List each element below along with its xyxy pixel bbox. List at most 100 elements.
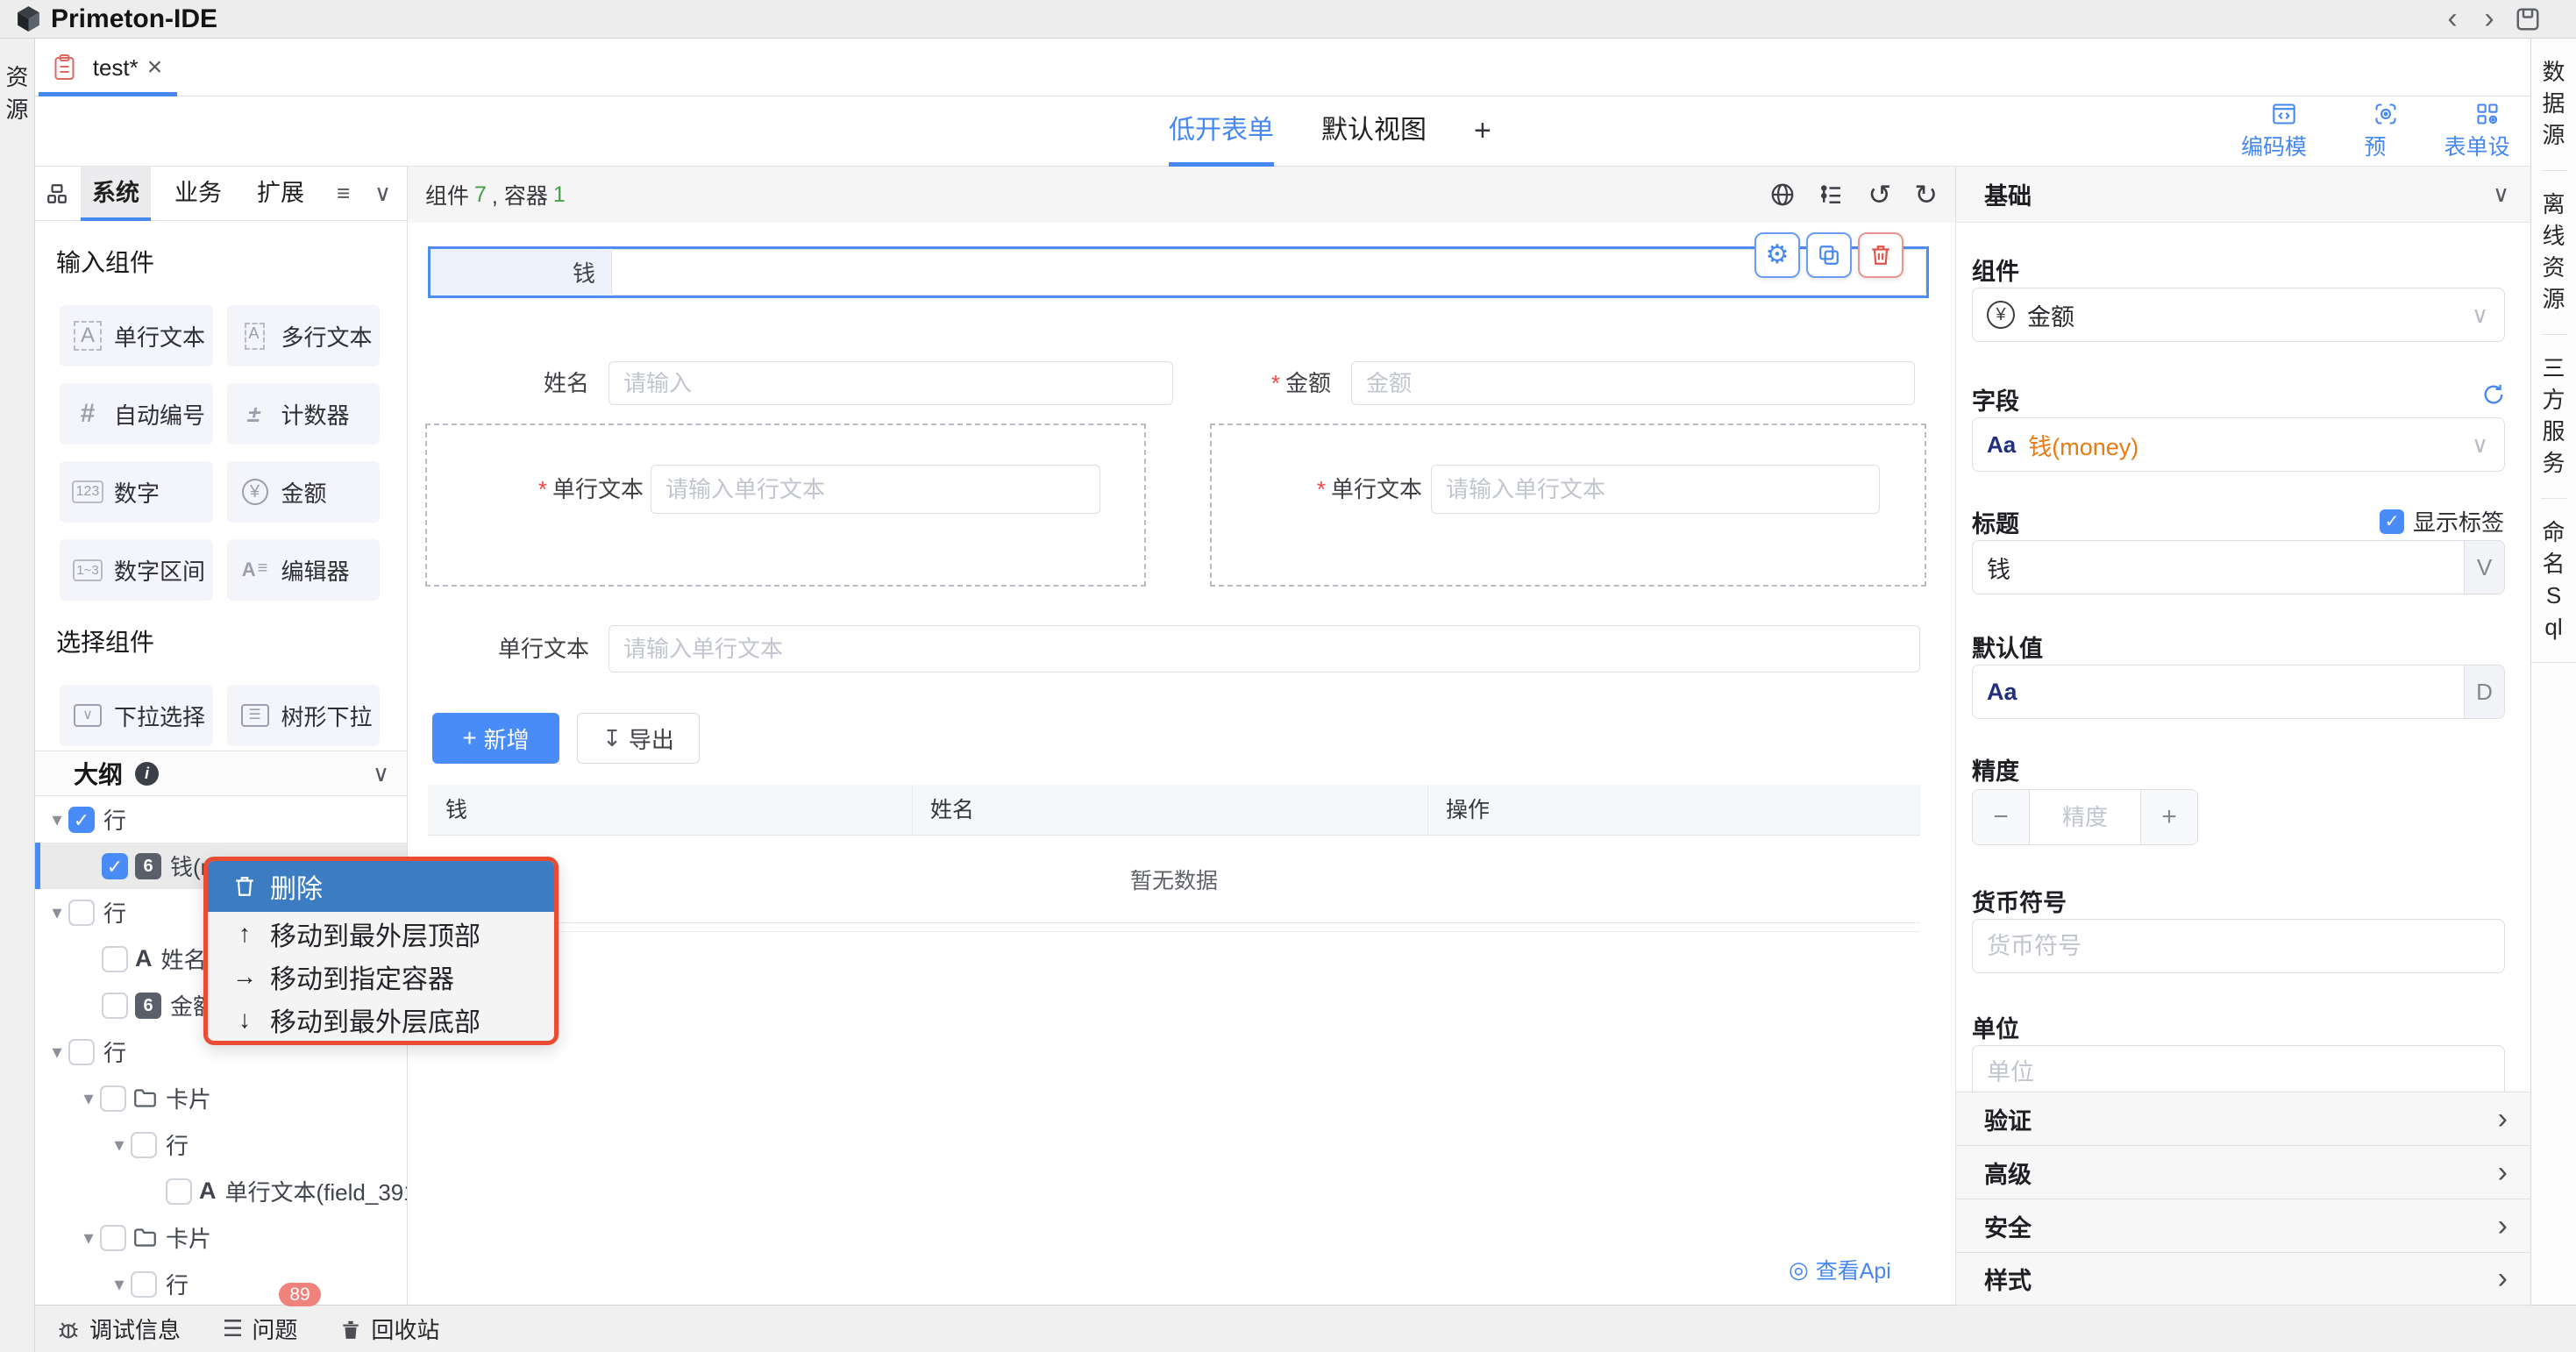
- tree-checkbox[interactable]: ✓: [68, 807, 95, 833]
- strip-item-third-party[interactable]: 三方服务: [2541, 334, 2567, 498]
- view-api-link[interactable]: ◎ 查看Api: [1789, 1254, 1891, 1285]
- column-header-actions[interactable]: 操作: [1427, 785, 1920, 835]
- component-tree-dropdown[interactable]: ☰ 树形下拉: [227, 685, 381, 746]
- i18n-globe-icon[interactable]: [1769, 181, 1796, 208]
- menu-item-move-bottom[interactable]: ↓ 移动到最外层底部: [208, 998, 554, 1041]
- currency-symbol-input[interactable]: [1973, 920, 2504, 972]
- component-number[interactable]: 123 数字: [60, 461, 213, 523]
- component-dropdown-select[interactable]: ∨ 下拉选择: [60, 685, 213, 746]
- caret-down-icon[interactable]: ▾: [49, 901, 65, 924]
- nav-back-icon[interactable]: ‹: [2437, 0, 2467, 39]
- strip-item-datasource[interactable]: 数据源: [2541, 39, 2567, 170]
- field-settings-button[interactable]: ⚙: [1754, 232, 1800, 278]
- unit-input[interactable]: [1973, 1046, 2504, 1099]
- tab-system[interactable]: 系统: [81, 167, 151, 221]
- tree-row[interactable]: ▾ ✓ 行: [35, 796, 407, 843]
- tab-business[interactable]: 业务: [163, 167, 233, 221]
- redo-icon[interactable]: ↻: [1914, 181, 1938, 209]
- component-single-line-text[interactable]: A 单行文本: [60, 305, 213, 366]
- component-editor[interactable]: A≡ 编辑器: [227, 539, 381, 601]
- problems-button[interactable]: ☰ 问题 89: [223, 1306, 297, 1352]
- column-header-money[interactable]: 钱: [428, 785, 912, 835]
- component-type-select[interactable]: ¥ 金额 ∨: [1972, 288, 2505, 342]
- tab-lowcode-form[interactable]: 低开表单: [1169, 96, 1274, 167]
- tree-row[interactable]: ▾ 行: [35, 1261, 407, 1305]
- caret-down-icon[interactable]: ▾: [81, 1227, 96, 1249]
- export-button[interactable]: ↧ 导出: [577, 713, 700, 764]
- tree-row-card[interactable]: ▾ 卡片: [35, 1075, 407, 1121]
- nav-forward-icon[interactable]: ›: [2474, 0, 2504, 39]
- section-basic-header[interactable]: 基础 ∨: [1956, 167, 2530, 223]
- caret-down-icon[interactable]: ▾: [49, 1041, 65, 1064]
- tab-close-icon[interactable]: ×: [147, 54, 163, 81]
- section-security[interactable]: 安全 ›: [1956, 1199, 2530, 1252]
- save-icon[interactable]: [2515, 6, 2541, 32]
- name-field-input[interactable]: [608, 361, 1173, 405]
- tree-checkbox[interactable]: [100, 1085, 126, 1112]
- tree-row-text-field[interactable]: A 单行文本(field_391: [35, 1168, 407, 1214]
- tree-checkbox[interactable]: [100, 1225, 126, 1251]
- component-auto-number[interactable]: # 自动编号: [60, 383, 213, 445]
- tree-checkbox[interactable]: [68, 900, 95, 926]
- tree-checkbox[interactable]: [68, 1039, 95, 1065]
- selected-money-field[interactable]: 钱 ⚙: [428, 246, 1929, 298]
- collapse-panel-icon[interactable]: ∨: [374, 180, 391, 207]
- default-dynamic-button[interactable]: D: [2464, 665, 2504, 718]
- tree-checkbox[interactable]: [102, 993, 128, 1019]
- precision-input[interactable]: [2030, 804, 2140, 831]
- tree-checkbox[interactable]: [131, 1271, 157, 1298]
- undo-icon[interactable]: ↺: [1868, 181, 1891, 209]
- outline-collapse-icon[interactable]: ∨: [373, 760, 389, 787]
- tab-menu-icon[interactable]: ≡: [337, 180, 350, 207]
- amount-field-input[interactable]: [1351, 361, 1915, 405]
- tree-checkbox[interactable]: [131, 1132, 157, 1158]
- tree-checkbox[interactable]: [166, 1178, 192, 1205]
- outline-list-icon[interactable]: [1818, 181, 1845, 208]
- section-style[interactable]: 样式 ›: [1956, 1252, 2530, 1306]
- title-variable-button[interactable]: V: [2464, 541, 2504, 594]
- debug-info-button[interactable]: 调试信息: [56, 1306, 181, 1352]
- resources-strip-item[interactable]: 资源: [5, 61, 30, 126]
- tree-checkbox[interactable]: ✓: [102, 853, 128, 879]
- caret-down-icon[interactable]: ▾: [49, 808, 65, 831]
- component-counter[interactable]: ± 计数器: [227, 383, 381, 445]
- card-text-input[interactable]: [1431, 465, 1880, 514]
- section-validation[interactable]: 验证 ›: [1956, 1092, 2530, 1145]
- caret-down-icon[interactable]: ▾: [111, 1273, 127, 1296]
- tree-row[interactable]: ▾ 行: [35, 1121, 407, 1168]
- component-multi-line-text[interactable]: A 多行文本: [227, 305, 381, 366]
- default-value-input[interactable]: [1973, 665, 2464, 718]
- strip-item-offline-resource[interactable]: 离线资源: [2541, 170, 2567, 334]
- tree-checkbox[interactable]: [102, 946, 128, 972]
- add-view-button[interactable]: +: [1474, 96, 1491, 167]
- recycle-bin-button[interactable]: 回收站: [339, 1306, 439, 1352]
- field-binding-select[interactable]: Aa 钱(money) ∨: [1972, 417, 2505, 472]
- tab-extension[interactable]: 扩展: [246, 167, 316, 221]
- tab-test[interactable]: test* ×: [39, 39, 177, 96]
- strip-item-named-sql[interactable]: 命名Sql: [2541, 498, 2567, 662]
- column-header-name[interactable]: 姓名: [912, 785, 1427, 835]
- increment-button[interactable]: +: [2141, 790, 2197, 844]
- card-container[interactable]: *单行文本: [425, 423, 1146, 587]
- title-input[interactable]: [1973, 541, 2464, 594]
- field-copy-button[interactable]: [1806, 232, 1852, 278]
- decrement-button[interactable]: −: [1973, 790, 2029, 844]
- money-field-input[interactable]: [611, 249, 1926, 295]
- menu-item-delete[interactable]: 删除: [208, 861, 554, 912]
- component-grid-icon[interactable]: [46, 182, 68, 205]
- caret-down-icon[interactable]: ▾: [81, 1087, 96, 1110]
- card-text-input[interactable]: [651, 465, 1100, 514]
- refresh-field-icon[interactable]: [2481, 382, 2506, 407]
- show-label-checkbox[interactable]: ✓ 显示标签: [2380, 505, 2504, 537]
- add-row-button[interactable]: + 新增: [432, 713, 559, 764]
- field-delete-button[interactable]: [1858, 232, 1904, 278]
- section-advanced[interactable]: 高级 ›: [1956, 1145, 2530, 1199]
- component-number-range[interactable]: 1~3 数字区间: [60, 539, 213, 601]
- card-container[interactable]: *单行文本: [1210, 423, 1926, 587]
- caret-down-icon[interactable]: ▾: [111, 1134, 127, 1156]
- menu-item-move-to-container[interactable]: → 移动到指定容器: [208, 955, 554, 998]
- menu-item-move-top[interactable]: ↑ 移动到最外层顶部: [208, 912, 554, 955]
- tab-default-view[interactable]: 默认视图: [1321, 96, 1427, 167]
- outline-header[interactable]: 大纲 i ∨: [35, 751, 407, 796]
- component-money[interactable]: ¥ 金额: [227, 461, 381, 523]
